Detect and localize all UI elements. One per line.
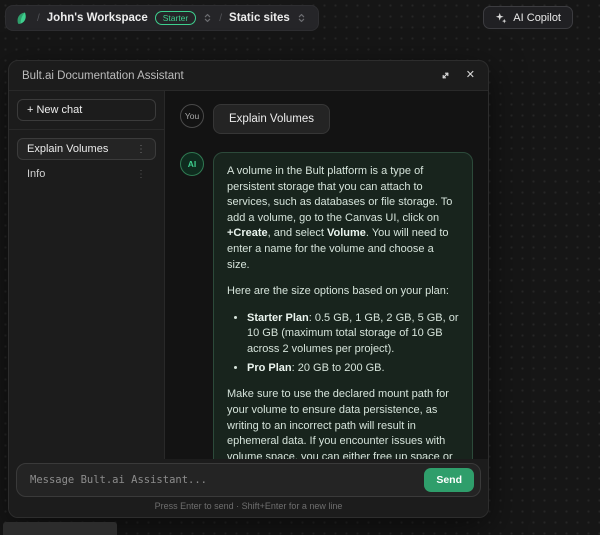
chat-item-label: Explain Volumes xyxy=(27,143,108,155)
send-button[interactable]: Send xyxy=(424,468,474,492)
dialog-title: Bult.ai Documentation Assistant xyxy=(22,70,184,82)
dialog-header-actions: ✕ xyxy=(440,70,475,81)
user-message-row: You Explain Volumes xyxy=(180,104,473,134)
dots-menu-icon[interactable]: ⋮ xyxy=(136,144,146,155)
sidebar-top-section: + New chat xyxy=(9,91,164,130)
ai-paragraph-2: Here are the size options based on your … xyxy=(227,284,459,300)
dots-menu-icon[interactable]: ⋮ xyxy=(136,169,146,180)
workspace-name[interactable]: John's Workspace xyxy=(47,12,148,24)
ai-message-row: AI A volume in the Bult platform is a ty… xyxy=(180,152,473,459)
message-input[interactable] xyxy=(30,474,424,486)
project-name[interactable]: Static sites xyxy=(229,12,290,24)
close-icon[interactable]: ✕ xyxy=(466,70,475,81)
plan-badge: Starter xyxy=(155,11,197,25)
sparkle-icon xyxy=(495,12,507,24)
ai-copilot-button[interactable]: AI Copilot xyxy=(483,6,573,29)
dialog-body: + New chat Explain Volumes ⋮ Info ⋮ You … xyxy=(9,91,488,459)
new-chat-button[interactable]: + New chat xyxy=(17,99,156,121)
ai-paragraph-1: A volume in the Bult platform is a type … xyxy=(227,164,459,273)
user-avatar: You xyxy=(180,104,204,128)
ai-message-bubble: A volume in the Bult platform is a type … xyxy=(213,152,473,459)
chat-messages-area[interactable]: You Explain Volumes AI A volume in the B… xyxy=(165,91,488,459)
expand-icon[interactable] xyxy=(440,70,451,81)
ai-copilot-label: AI Copilot xyxy=(513,12,561,24)
message-composer: Send Press Enter to send · Shift+Enter f… xyxy=(9,459,488,517)
breadcrumb-bar: / John's Workspace Starter / Static site… xyxy=(5,5,319,31)
list-item: Starter Plan: 0.5 GB, 1 GB, 2 GB, 5 GB, … xyxy=(247,311,459,358)
breadcrumb-separator: / xyxy=(219,13,222,24)
chevron-up-down-icon[interactable] xyxy=(297,12,306,24)
sidebar-item-info[interactable]: Info ⋮ xyxy=(17,163,156,185)
chat-sidebar: + New chat Explain Volumes ⋮ Info ⋮ xyxy=(9,91,165,459)
canvas-partial-panel xyxy=(3,522,117,535)
ai-paragraph-3: Make sure to use the declared mount path… xyxy=(227,387,459,459)
message-input-bar: Send xyxy=(16,463,481,497)
plan-options-list: Starter Plan: 0.5 GB, 1 GB, 2 GB, 5 GB, … xyxy=(227,311,459,376)
dialog-header: Bult.ai Documentation Assistant ✕ xyxy=(9,61,488,91)
composer-hint: Press Enter to send · Shift+Enter for a … xyxy=(16,497,481,514)
chat-history-list: Explain Volumes ⋮ Info ⋮ xyxy=(9,130,164,193)
sidebar-item-explain-volumes[interactable]: Explain Volumes ⋮ xyxy=(17,138,156,160)
chat-item-label: Info xyxy=(27,168,45,180)
documentation-assistant-dialog: Bult.ai Documentation Assistant ✕ + New … xyxy=(8,60,489,518)
chevron-up-down-icon[interactable] xyxy=(203,12,212,24)
ai-avatar: AI xyxy=(180,152,204,176)
user-message-bubble: Explain Volumes xyxy=(213,104,330,134)
app-logo-icon[interactable] xyxy=(13,10,30,27)
breadcrumb-separator: / xyxy=(37,13,40,24)
list-item: Pro Plan: 20 GB to 200 GB. xyxy=(247,361,459,377)
